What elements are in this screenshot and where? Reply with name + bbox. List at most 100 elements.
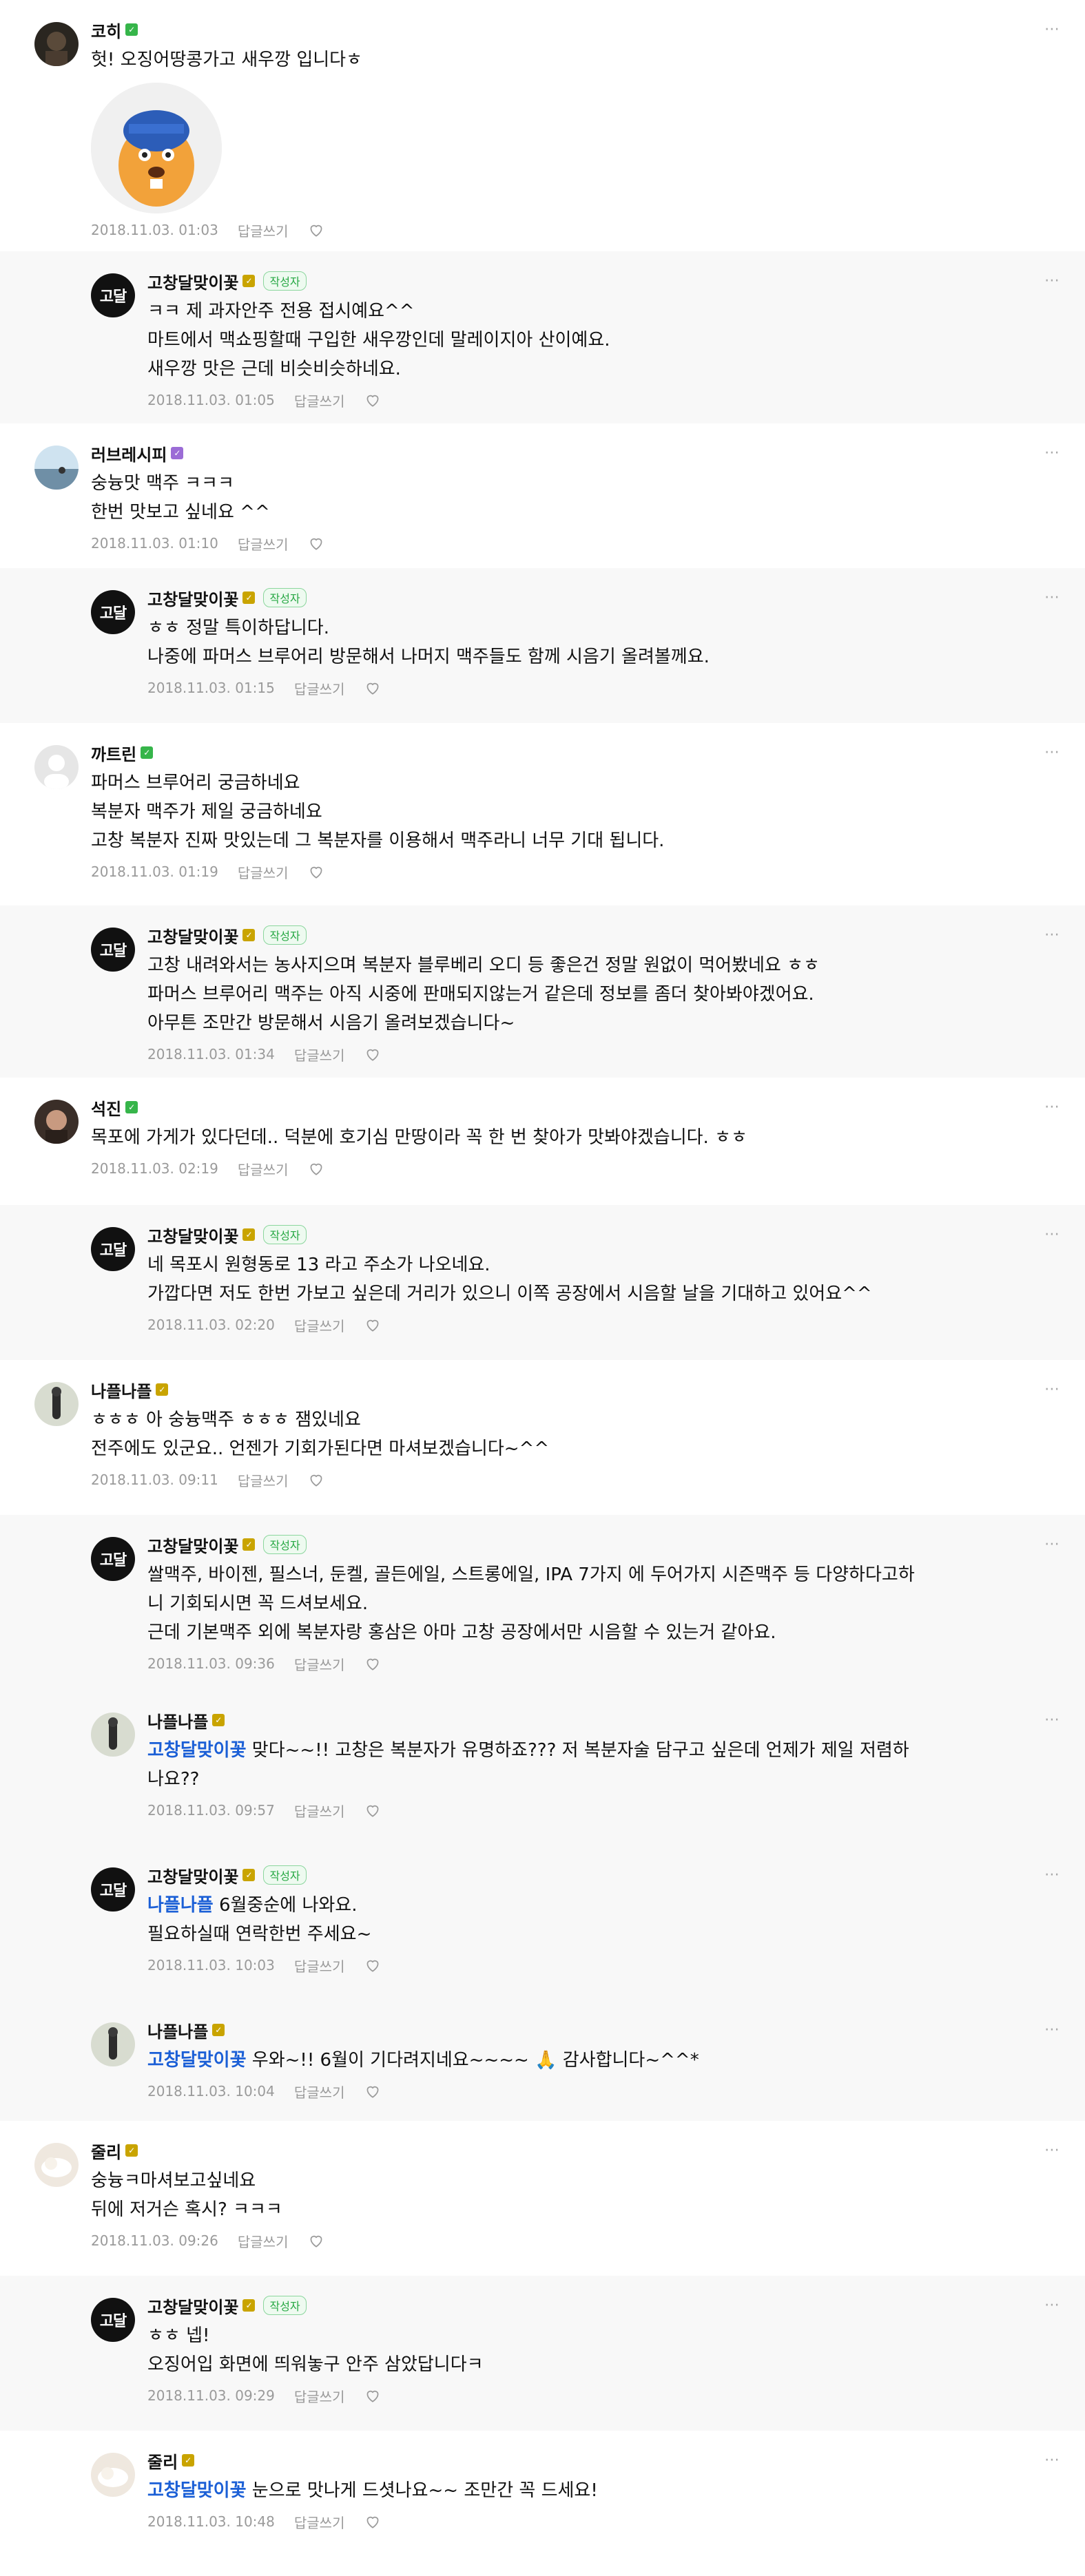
name-row: 러브레시피 ✓ — [91, 441, 1030, 465]
more-options-icon[interactable]: ⋯ — [1044, 2451, 1060, 2469]
reply-button[interactable]: 답글쓰기 — [294, 2082, 345, 2102]
comment-text: 고창달맞이꽃 눈으로 맛나게 드셧나요~~ 조만간 꼭 드세요! — [147, 2476, 1030, 2505]
author-name[interactable]: 고창달맞이꽃 — [147, 923, 238, 947]
more-options-icon[interactable]: ⋯ — [1044, 1098, 1060, 1116]
author-name[interactable]: 석진 — [91, 1096, 121, 1120]
avatar[interactable]: 고달 — [91, 1867, 135, 1912]
attached-sticker-image[interactable] — [91, 83, 222, 213]
author-name[interactable]: 고창달맞이꽃 — [147, 1863, 238, 1887]
name-row: 고창달맞이꽃 ✓ 작성자 — [147, 2294, 1030, 2318]
reply-button[interactable]: 답글쓰기 — [238, 220, 289, 240]
avatar[interactable]: 고달 — [91, 1227, 135, 1271]
comment-meta: 2018.11.03. 02:19 답글쓰기 — [91, 1158, 1030, 1180]
reply-button[interactable]: 답글쓰기 — [294, 390, 345, 410]
reply-button[interactable]: 답글쓰기 — [238, 1470, 289, 1490]
comment-body: 석진 ✓ 목포에 가게가 있다던데.. 덕분에 호기심 만땅이라 꼭 한 번 찾아가… — [91, 1097, 1030, 1180]
avatar[interactable] — [34, 446, 79, 490]
reply-button[interactable]: 답글쓰기 — [238, 862, 289, 882]
avatar[interactable]: 고달 — [91, 1537, 135, 1581]
like-heart-icon[interactable] — [364, 1655, 382, 1673]
avatar[interactable] — [34, 22, 79, 66]
more-options-icon[interactable]: ⋯ — [1044, 21, 1060, 38]
avatar[interactable] — [91, 1713, 135, 1757]
author-name[interactable]: 고창달맞이꽃 — [147, 1223, 238, 1247]
like-heart-icon[interactable] — [364, 2513, 382, 2531]
like-heart-icon[interactable] — [364, 1316, 382, 1334]
reply-button[interactable]: 답글쓰기 — [238, 1159, 289, 1179]
reply-button[interactable]: 답글쓰기 — [294, 1654, 345, 1674]
mention-link[interactable]: 고창달맞이꽃 — [147, 2480, 247, 2501]
comment-date: 2018.11.03. 10:04 — [147, 2083, 275, 2099]
logo-text: 고달 — [99, 1552, 127, 1569]
author-name[interactable]: 나플나플 — [91, 1378, 152, 1402]
reply-button[interactable]: 답글쓰기 — [294, 678, 345, 698]
more-options-icon[interactable]: ⋯ — [1044, 1711, 1060, 1728]
reply-button[interactable]: 답글쓰기 — [238, 534, 289, 554]
more-options-icon[interactable]: ⋯ — [1044, 926, 1060, 943]
avatar[interactable] — [91, 2453, 135, 2497]
author-name[interactable]: 코히 — [91, 18, 121, 42]
reply-button[interactable]: 답글쓰기 — [294, 2386, 345, 2406]
more-options-icon[interactable]: ⋯ — [1044, 744, 1060, 761]
mention-link[interactable]: 고창달맞이꽃 — [147, 2050, 247, 2071]
author-name[interactable]: 고창달맞이꽃 — [147, 2294, 238, 2318]
like-heart-icon[interactable] — [307, 1471, 325, 1489]
author-name[interactable]: 나플나플 — [147, 1708, 208, 1732]
reply-button[interactable]: 답글쓰기 — [238, 2231, 289, 2251]
avatar[interactable] — [34, 1100, 79, 1144]
avatar[interactable] — [91, 2022, 135, 2066]
avatar[interactable]: 고달 — [91, 590, 135, 634]
reply-button[interactable]: 답글쓰기 — [294, 1801, 345, 1821]
avatar[interactable] — [34, 745, 79, 789]
like-heart-icon[interactable] — [364, 1801, 382, 1819]
more-options-icon[interactable]: ⋯ — [1044, 2296, 1060, 2314]
more-options-icon[interactable]: ⋯ — [1044, 1381, 1060, 1398]
more-options-icon[interactable]: ⋯ — [1044, 444, 1060, 461]
author-name[interactable]: 고창달맞이꽃 — [147, 586, 238, 610]
like-heart-icon[interactable] — [307, 2232, 325, 2250]
like-heart-icon[interactable] — [364, 1956, 382, 1974]
author-name[interactable]: 고창달맞이꽃 — [147, 1533, 238, 1557]
like-heart-icon[interactable] — [307, 534, 325, 552]
more-options-icon[interactable]: ⋯ — [1044, 1536, 1060, 1553]
more-options-icon[interactable]: ⋯ — [1044, 2021, 1060, 2038]
mention-link[interactable]: 고창달맞이꽃 — [147, 1740, 247, 1761]
member-grade-icon: ✓ — [125, 1101, 138, 1113]
author-name[interactable]: 러브레시피 — [91, 441, 167, 465]
like-heart-icon[interactable] — [364, 2082, 382, 2100]
like-heart-icon[interactable] — [364, 391, 382, 409]
like-heart-icon[interactable] — [307, 863, 325, 881]
like-heart-icon[interactable] — [364, 2387, 382, 2405]
logo-text: 고달 — [99, 1242, 127, 1259]
author-name[interactable]: 까트린 — [91, 741, 136, 765]
author-name[interactable]: 줄리 — [91, 2139, 121, 2163]
avatar[interactable] — [34, 2143, 79, 2187]
avatar[interactable]: 고달 — [91, 273, 135, 317]
avatar[interactable]: 고달 — [91, 928, 135, 972]
more-options-icon[interactable]: ⋯ — [1044, 1226, 1060, 1243]
avatar[interactable] — [34, 1382, 79, 1426]
author-name[interactable]: 고창달맞이꽃 — [147, 269, 238, 293]
comment-date: 2018.11.03. 02:19 — [91, 1160, 218, 1177]
like-heart-icon[interactable] — [307, 221, 325, 239]
reply-button[interactable]: 답글쓰기 — [294, 1045, 345, 1065]
like-heart-icon[interactable] — [307, 1160, 325, 1177]
author-name[interactable]: 줄리 — [147, 2449, 178, 2473]
comment-date: 2018.11.03. 01:19 — [91, 863, 218, 880]
logo-text: 고달 — [99, 943, 127, 960]
name-row: 코히 ✓ — [91, 18, 1030, 42]
name-row: 고창달맞이꽃 ✓ 작성자 — [147, 586, 1030, 610]
more-options-icon[interactable]: ⋯ — [1044, 1866, 1060, 1883]
reply-button[interactable]: 답글쓰기 — [294, 1956, 345, 1976]
author-name[interactable]: 나플나플 — [147, 2018, 208, 2042]
mention-link[interactable]: 나플나플 — [147, 1895, 214, 1916]
avatar[interactable]: 고달 — [91, 2298, 135, 2342]
reply-button[interactable]: 답글쓰기 — [294, 1315, 345, 1335]
more-options-icon[interactable]: ⋯ — [1044, 589, 1060, 606]
comment-text: 파머스 브루어리 궁금하네요 복분자 맥주가 제일 궁금하네요 고창 복분자 진… — [91, 768, 1030, 855]
like-heart-icon[interactable] — [364, 1045, 382, 1063]
reply-button[interactable]: 답글쓰기 — [294, 2512, 345, 2532]
like-heart-icon[interactable] — [364, 679, 382, 697]
more-options-icon[interactable]: ⋯ — [1044, 2142, 1060, 2159]
more-options-icon[interactable]: ⋯ — [1044, 272, 1060, 289]
